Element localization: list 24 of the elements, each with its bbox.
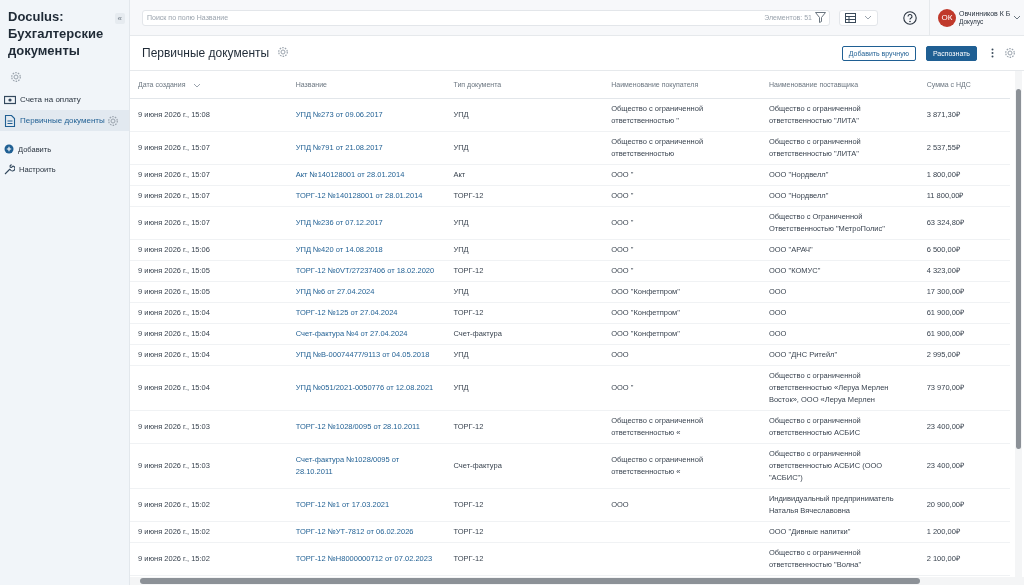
settings-icon[interactable]	[107, 114, 119, 127]
chevron-down-icon[interactable]	[1013, 15, 1022, 20]
chevron-down-icon	[864, 15, 872, 20]
collapse-button[interactable]: «	[114, 13, 125, 24]
settings-icon[interactable]	[1004, 47, 1016, 59]
app-title: Doculus: Бухгалтерские документы	[8, 8, 105, 59]
document-icon	[4, 114, 16, 127]
help-icon[interactable]	[903, 10, 917, 25]
vertical-scrollbar[interactable]	[1015, 71, 1022, 577]
settings-icon[interactable]	[10, 71, 22, 83]
sort-chevron-icon	[193, 82, 202, 88]
filter-icon[interactable]	[815, 11, 826, 23]
banknote-icon	[4, 94, 16, 105]
view-toggle-button[interactable]	[839, 9, 878, 26]
sidebar-item[interactable]: Счета на оплату	[0, 89, 129, 110]
settings-icon[interactable]	[277, 46, 290, 58]
sidebar-item[interactable]: Первичные документы	[0, 110, 129, 131]
more-icon[interactable]	[991, 48, 994, 58]
horizontal-scrollbar[interactable]	[130, 577, 1024, 585]
page-title: Первичные документы	[142, 46, 270, 60]
wrench-icon	[4, 163, 15, 175]
table-icon	[845, 12, 856, 23]
user-avatar[interactable]: ОК	[938, 8, 956, 27]
plus-circle-icon	[4, 144, 14, 154]
